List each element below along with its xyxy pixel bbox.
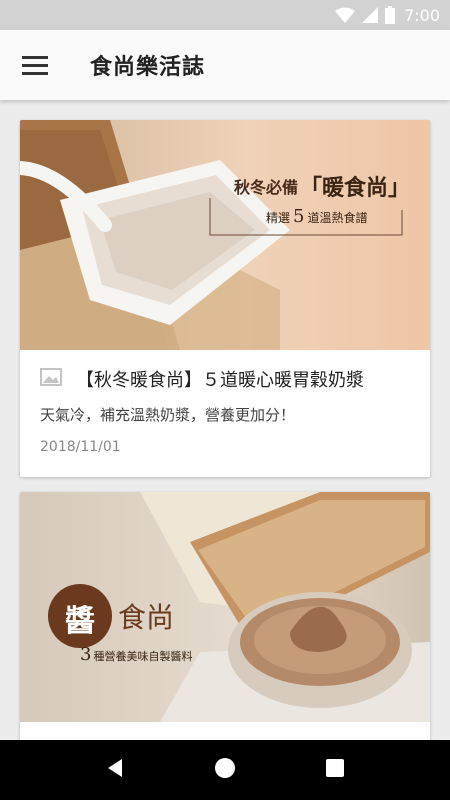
- article-date: 2018/11/01: [40, 439, 121, 455]
- article-cover-image: 秋冬必備 「暖食尚」 精選 5 道溫熱食譜: [20, 120, 430, 350]
- battery-icon: [385, 6, 396, 24]
- cover-text-line2: 「暖食尚」: [300, 175, 411, 201]
- article-card[interactable]: 醬 食尚 3 種營養美味自製醬料: [20, 492, 430, 740]
- back-icon: [106, 758, 124, 782]
- recents-button[interactable]: [315, 750, 355, 790]
- wifi-icon: [335, 7, 356, 23]
- status-bar: 7:00: [0, 0, 450, 30]
- cover-seal-text: 醬: [65, 604, 95, 639]
- article-feed[interactable]: 秋冬必備 「暖食尚」 精選 5 道溫熱食譜 【秋冬暖食尚】５道暖心暖胃穀奶漿 天…: [0, 100, 450, 740]
- recents-icon: [326, 759, 344, 781]
- article-card[interactable]: 秋冬必備 「暖食尚」 精選 5 道溫熱食譜 【秋冬暖食尚】５道暖心暖胃穀奶漿 天…: [20, 120, 430, 477]
- cover-text-line3: 精選: [266, 211, 291, 225]
- cell-signal-icon: [362, 7, 379, 23]
- app-title: 食尚樂活誌: [90, 55, 206, 80]
- home-icon: [214, 757, 236, 783]
- cover-text-line4: 道溫熱食譜: [307, 211, 368, 225]
- system-nav-bar: [0, 740, 450, 800]
- app-bar: 食尚樂活誌: [0, 30, 450, 100]
- cover-text-line1: 秋冬必備: [234, 178, 299, 197]
- cover-caption: 種營養美味自製醬料: [93, 650, 193, 663]
- article-title[interactable]: 【秋冬暖食尚】５道暖心暖胃穀奶漿: [76, 366, 364, 392]
- cover-word: 食尚: [118, 601, 175, 634]
- home-button[interactable]: [205, 750, 245, 790]
- hamburger-menu-icon: [22, 55, 48, 75]
- image-placeholder-icon: [40, 368, 62, 390]
- article-subtitle: 天氣冷，補充溫熱奶漿，營養更加分！: [40, 406, 296, 424]
- back-button[interactable]: [95, 750, 135, 790]
- menu-button[interactable]: [0, 30, 70, 100]
- cover-number: 3: [80, 644, 92, 665]
- cover-text-number: 5: [293, 206, 305, 227]
- status-time: 7:00: [404, 5, 440, 25]
- article-cover-image: 醬 食尚 3 種營養美味自製醬料: [20, 492, 430, 722]
